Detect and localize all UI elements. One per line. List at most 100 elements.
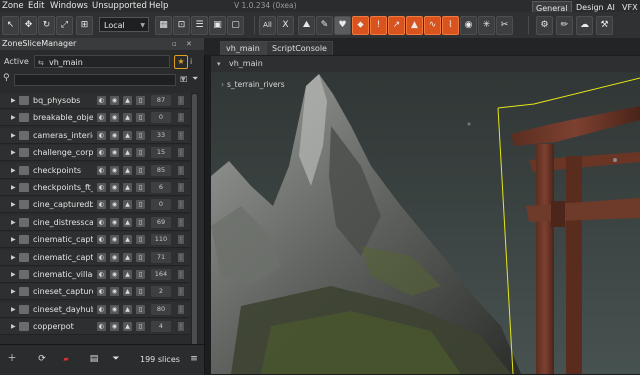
eye-icon[interactable]: ◉ (110, 322, 119, 332)
move-icon[interactable]: ✥ (20, 16, 37, 35)
freeze-icon[interactable]: ▯ (136, 304, 145, 314)
eye-icon[interactable]: ◉ (110, 148, 119, 158)
layers-icon[interactable]: ☰ (191, 16, 208, 35)
close-icon[interactable]: ✕ (186, 38, 192, 50)
slice-options-icon[interactable]: ⋮ (178, 252, 184, 262)
slice-row[interactable]: ▶ cine_capturedb ◐ ◉ ▲ ▯ 0 ⋮ (0, 197, 190, 214)
lock-icon[interactable]: ▲ (123, 130, 132, 140)
camera-icon[interactable]: ◉ (460, 16, 477, 35)
freeze-icon[interactable]: ▯ (136, 130, 145, 140)
slice-row[interactable]: ▶ challenge_corps ◐ ◉ ▲ ▯ 15 ⋮ (0, 145, 190, 162)
expand-arrow-icon[interactable]: ▶ (11, 163, 16, 178)
snap-grid-icon[interactable]: ⊡ (173, 16, 190, 35)
visibility-icon[interactable]: ◐ (97, 322, 106, 332)
lock-icon[interactable]: ▲ (123, 304, 132, 314)
cut-icon[interactable]: ✂ (496, 16, 513, 35)
visibility-icon[interactable]: ◐ (97, 96, 106, 105)
cloud-icon[interactable]: ☁ (576, 16, 593, 35)
expand-arrow-icon[interactable]: ▶ (11, 319, 16, 334)
freeze-icon[interactable]: ▯ (136, 270, 145, 279)
lock-icon[interactable]: ▲ (123, 270, 132, 279)
lock-icon[interactable]: ▲ (123, 322, 132, 332)
eye-icon[interactable]: ◉ (110, 130, 119, 140)
visibility-icon[interactable]: ◐ (97, 304, 106, 314)
visibility-icon[interactable]: ◐ (97, 183, 106, 192)
menu-zone[interactable]: Zone (2, 0, 24, 12)
filter-icon[interactable]: ⏷ (192, 74, 198, 84)
x-axis-icon[interactable]: X (277, 16, 294, 35)
expand-arrow-icon[interactable]: ▶ (11, 128, 16, 143)
slice-row[interactable]: ▶ cinematic_captu ◐ ◉ ▲ ▯ 110 ⋮ (0, 232, 190, 249)
visibility-icon[interactable]: ◐ (97, 235, 106, 245)
favorite-icon[interactable]: ★ (174, 55, 188, 69)
freeze-icon[interactable]: ▯ (136, 200, 145, 210)
slice-row[interactable]: ▶ cameras_interio ◐ ◉ ▲ ▯ 33 ⋮ (0, 127, 190, 144)
tools-icon[interactable]: ⚒ (596, 16, 613, 35)
lock-icon[interactable]: ▲ (123, 287, 132, 297)
settings-icon[interactable]: ⚙ (536, 16, 553, 35)
refresh-icon[interactable]: ⟳ (34, 353, 50, 366)
expand-arrow-icon[interactable]: ▶ (11, 197, 16, 212)
eye-icon[interactable]: ◉ (110, 235, 119, 245)
filter-icon[interactable]: ⏷ (108, 353, 124, 366)
info-icon[interactable]: i (190, 55, 192, 69)
slice-options-icon[interactable]: ⋮ (178, 270, 184, 279)
visibility-icon[interactable]: ◐ (97, 148, 106, 158)
terrain-icon[interactable]: ⛰ (298, 16, 315, 35)
slice-row[interactable]: ▶ breakable_objec ◐ ◉ ▲ ▯ 0 ⋮ (0, 110, 190, 127)
visibility-icon[interactable]: ◐ (97, 217, 106, 227)
freeze-icon[interactable]: ▯ (136, 252, 145, 262)
expand-arrow-icon[interactable]: ▶ (11, 180, 16, 195)
lock-icon[interactable]: ▲ (123, 96, 132, 105)
lock-icon[interactable]: ▲ (123, 165, 132, 175)
lock-icon[interactable]: ▲ (123, 252, 132, 262)
tab-vh-main[interactable]: vh_main (220, 41, 266, 55)
orange-tool-4-icon[interactable]: ▲ (406, 16, 423, 35)
search-input[interactable]: ▼ (14, 74, 186, 86)
eye-icon[interactable]: ◉ (110, 252, 119, 262)
expand-arrow-icon[interactable]: ▶ (11, 267, 16, 282)
grid-icon[interactable]: ▦ (155, 16, 172, 35)
red-tool-icon[interactable]: ▰ (58, 353, 74, 366)
expand-arrow-icon[interactable]: ▶ (11, 232, 16, 247)
eye-icon[interactable]: ◉ (110, 270, 119, 279)
scale-icon[interactable]: ⤢ (56, 16, 73, 35)
grid-view-icon[interactable]: ▤ (86, 353, 102, 366)
freeze-icon[interactable]: ▯ (136, 113, 145, 123)
freeze-icon[interactable]: ▯ (136, 165, 145, 175)
lock-icon[interactable]: ▲ (123, 148, 132, 158)
select-icon[interactable]: ↖ (2, 16, 19, 35)
eye-icon[interactable]: ◉ (110, 200, 119, 210)
sun-icon[interactable]: ✳ (478, 16, 495, 35)
expand-arrow-icon[interactable]: ▶ (11, 250, 16, 265)
visibility-icon[interactable]: ◐ (97, 165, 106, 175)
menu-help[interactable]: Help (149, 0, 168, 12)
slice-row[interactable]: ▶ copperpot ◐ ◉ ▲ ▯ 4 ⋮ (0, 319, 190, 336)
slice-options-icon[interactable]: ⋮ (178, 235, 184, 245)
expand-arrow-icon[interactable]: ▶ (11, 284, 16, 299)
lock-icon[interactable]: ▲ (123, 217, 132, 227)
rotate-icon[interactable]: ↻ (38, 16, 55, 35)
freeze-icon[interactable]: ▯ (136, 217, 145, 227)
lock-icon[interactable]: ▲ (123, 183, 132, 192)
viewport-menu-icon[interactable]: ▾ (217, 56, 221, 72)
clear-icon[interactable]: □ (180, 74, 188, 83)
slice-options-icon[interactable]: ⋮ (178, 148, 184, 158)
expand-arrow-icon[interactable]: ▶ (11, 110, 16, 125)
menu-windows[interactable]: Windows (50, 0, 88, 12)
slice-row[interactable]: ▶ cine_distresscall ◐ ◉ ▲ ▯ 69 ⋮ (0, 214, 190, 231)
slice-options-icon[interactable]: ⋮ (178, 96, 184, 105)
expand-arrow-icon[interactable]: ▶ (11, 215, 16, 230)
freeze-icon[interactable]: ▯ (136, 96, 145, 105)
eye-icon[interactable]: ◉ (110, 287, 119, 297)
eye-icon[interactable]: ◉ (110, 165, 119, 175)
slice-options-icon[interactable]: ⋮ (178, 200, 184, 210)
visibility-icon[interactable]: ◐ (97, 287, 106, 297)
visibility-icon[interactable]: ◐ (97, 200, 106, 210)
eye-icon[interactable]: ◉ (110, 113, 119, 123)
slice-options-icon[interactable]: ⋮ (178, 217, 184, 227)
slice-options-icon[interactable]: ⋮ (178, 322, 184, 332)
brush-icon[interactable]: ✎ (316, 16, 333, 35)
path-icon[interactable]: ⌇ (442, 16, 459, 35)
frame-icon[interactable]: ▣ (209, 16, 226, 35)
